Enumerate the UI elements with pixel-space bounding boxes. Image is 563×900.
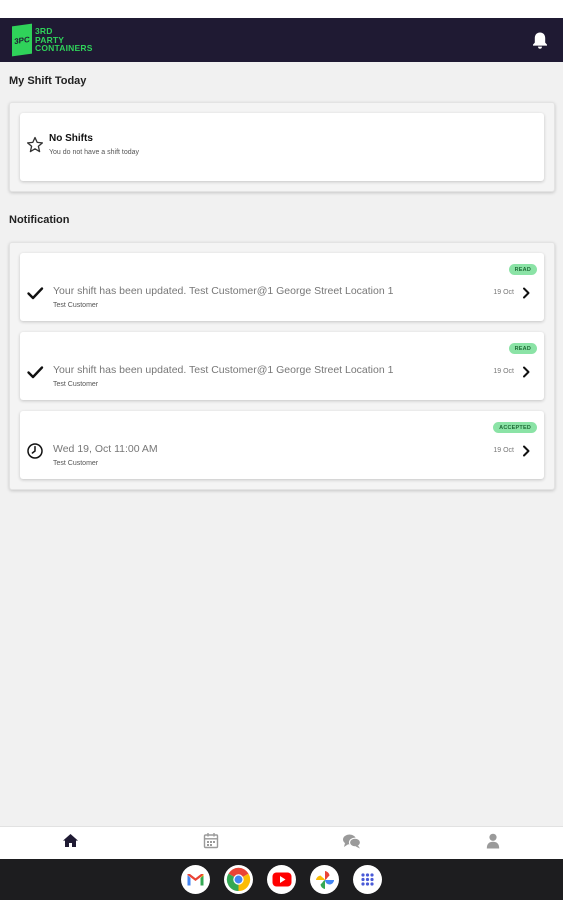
notification-date: 19 Oct (493, 447, 514, 454)
nav-chat[interactable] (282, 827, 423, 859)
status-bar (0, 0, 563, 18)
no-shift-title: No Shifts (49, 133, 93, 144)
notification-panel: READ Your shift has been updated. Test C… (9, 242, 555, 490)
status-badge: READ (508, 264, 537, 275)
app-header: 3PC 3RD PARTY CONTAINERS (0, 18, 563, 62)
notification-message: Your shift has been updated. Test Custom… (53, 364, 394, 376)
youtube-icon[interactable] (267, 865, 296, 894)
notification-item[interactable]: READ Your shift has been updated. Test C… (20, 332, 544, 400)
chrome-icon[interactable] (224, 865, 253, 894)
brand-logo: 3PC 3RD PARTY CONTAINERS (12, 23, 93, 57)
logo-text: 3RD PARTY CONTAINERS (35, 27, 93, 53)
chevron-right-icon[interactable] (521, 365, 531, 378)
shift-panel: No Shifts You do not have a shift today (9, 102, 555, 192)
status-badge: READ (508, 343, 537, 354)
photos-icon[interactable] (310, 865, 339, 894)
check-icon (26, 284, 44, 302)
home-icon (62, 833, 79, 853)
star-outline-icon (26, 136, 44, 154)
notification-item[interactable]: ACCEPTED Wed 19, Oct 11:00 AM Test Custo… (20, 411, 544, 479)
app-drawer-icon[interactable] (353, 865, 382, 894)
calendar-icon (203, 832, 219, 854)
system-dock (0, 859, 563, 900)
notification-customer: Test Customer (53, 460, 99, 467)
gmail-icon[interactable] (181, 865, 210, 894)
notification-message: Your shift has been updated. Test Custom… (53, 285, 394, 297)
notification-item[interactable]: READ Your shift has been updated. Test C… (20, 253, 544, 321)
nav-calendar[interactable] (141, 827, 282, 859)
notification-customer: Test Customer (53, 302, 99, 309)
profile-icon (486, 833, 500, 854)
notification-date: 19 Oct (493, 368, 514, 375)
notification-date: 19 Oct (493, 289, 514, 296)
check-icon (26, 363, 44, 381)
logo-mark: 3PC (12, 23, 32, 57)
chevron-right-icon[interactable] (521, 286, 531, 299)
no-shift-subtitle: You do not have a shift today (49, 149, 140, 156)
notification-section-title: Notification (9, 214, 70, 226)
logo-line-3: CONTAINERS (35, 43, 93, 54)
bell-icon[interactable] (529, 29, 551, 51)
clock-icon (26, 442, 44, 460)
shift-section-title: My Shift Today (9, 75, 87, 87)
nav-home[interactable] (0, 827, 141, 859)
notification-customer: Test Customer (53, 381, 99, 388)
chat-icon (342, 833, 362, 854)
status-badge: ACCEPTED (493, 422, 537, 433)
no-shift-card: No Shifts You do not have a shift today (20, 113, 544, 181)
bottom-navigation (0, 826, 563, 859)
chevron-right-icon[interactable] (521, 444, 531, 457)
nav-profile[interactable] (422, 827, 563, 859)
notification-message: Wed 19, Oct 11:00 AM (53, 443, 158, 455)
